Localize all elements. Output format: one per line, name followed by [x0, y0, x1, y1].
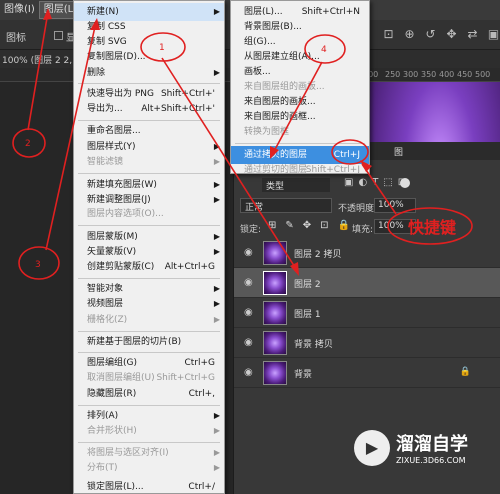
lock-transparency-icon[interactable]: ⊞ — [268, 220, 276, 231]
annotation-number-3: 3 — [35, 260, 41, 270]
eye-icon[interactable]: ◉ — [244, 308, 256, 318]
target-icon[interactable]: ⊕ — [401, 26, 418, 43]
layer-thumbnail — [263, 271, 287, 295]
watermark-title: 溜溜自学 — [396, 434, 468, 455]
menu-separator — [78, 352, 220, 353]
watermark-url: ZIXUE.3D66.COM — [396, 456, 466, 465]
menu-separator — [78, 405, 220, 406]
lock-artboard-icon[interactable]: ⊡ — [320, 220, 328, 231]
fill-label: 填充: — [352, 225, 374, 235]
menu-item-delete[interactable]: 删除 ▶ — [74, 64, 224, 82]
lock-pixels-icon[interactable]: ✎ — [285, 220, 293, 231]
ruler-tick: 400 — [439, 70, 455, 79]
shortcut-annotation-label: 快捷键 — [408, 218, 457, 237]
filter-toggle[interactable] — [400, 178, 410, 188]
layer-thumbnail — [263, 241, 287, 265]
rotate-icon[interactable]: ↺ — [422, 26, 439, 43]
lock-all-icon[interactable]: 🔒 — [338, 220, 350, 231]
menu-item-combine-shapes[interactable]: 合并形状(H) ▶ — [74, 422, 224, 440]
lock-icons: ⊞ ✎ ✥ ⊡ 🔒 — [268, 220, 350, 231]
menu-item-export-as[interactable]: 导出为... Alt+Shift+Ctrl+' — [74, 100, 224, 118]
move-icon[interactable]: ✥ — [443, 26, 460, 43]
layer-name: 图层 1 — [294, 310, 321, 320]
layer-row[interactable]: ◉ 背景 🔒 — [234, 358, 500, 388]
layer-filter-select[interactable]: 类型 — [262, 178, 330, 192]
opacity-label: 不透明度: — [338, 204, 378, 214]
type-filter-icon[interactable]: T — [372, 177, 378, 188]
shape-filter-icon[interactable]: ⬚ — [383, 177, 392, 188]
submenu-item-convert-to-frame[interactable]: 转换为图框 — [231, 123, 369, 141]
eye-icon[interactable]: ◉ — [244, 368, 256, 378]
menu-separator — [78, 442, 220, 443]
layer-thumbnail — [263, 301, 287, 325]
menu-image[interactable]: 图像(I) — [0, 0, 39, 20]
layer-menu: 新建(N) ▶ 复制 CSS 复制 SVG 复制图层(D)... 删除 ▶ 快速导出… — [73, 0, 225, 494]
options-checkbox[interactable] — [54, 31, 63, 40]
chevron-right-icon: ▶ — [213, 68, 220, 77]
lock-label: 锁定: — [240, 225, 262, 235]
menu-separator — [78, 120, 220, 121]
menu-item-hide-layers[interactable]: 隐藏图层(R) Ctrl+, — [74, 385, 224, 403]
chevron-right-icon: ▶ — [213, 426, 220, 435]
ruler-tick: 250 — [385, 70, 401, 79]
camera-icon[interactable]: ▣ — [485, 26, 500, 43]
layer-thumbnail — [263, 331, 287, 355]
eye-icon[interactable]: ◉ — [244, 278, 256, 288]
menu-item-smart-filter[interactable]: 智能滤镜 ▶ — [74, 153, 224, 171]
ruler-tick: 450 — [457, 70, 473, 79]
ruler-tick: 350 — [421, 70, 437, 79]
menu-item-distribute[interactable]: 分布(T) ▶ — [74, 459, 224, 477]
submenu-item-layer-via-cut[interactable]: 通过剪切的图层 Shift+Ctrl+J — [231, 161, 369, 179]
options-label: 图标 — [6, 33, 26, 44]
layer-row[interactable]: ◉ 背景 拷贝 — [234, 328, 500, 358]
layer-row[interactable]: ◉ 图层 1 — [234, 298, 500, 328]
chevron-right-icon: ▶ — [213, 157, 220, 166]
new-submenu: 图层(L)... Shift+Ctrl+N 背景图层(B)... 组(G)... … — [230, 0, 370, 175]
annotation-circle-2 — [12, 128, 46, 158]
blend-mode-select[interactable]: 正常 — [240, 198, 332, 213]
play-logo-icon: ▶ — [354, 430, 390, 466]
swap-icon[interactable]: ⇄ — [464, 26, 481, 43]
menu-item-new-layer-slice[interactable]: 新建基于图层的切片(B) — [74, 333, 224, 351]
menu-separator — [78, 331, 220, 332]
menu-item-lock-layers[interactable]: 锁定图层(L)... Ctrl+/ — [74, 478, 224, 494]
layer-name: 背景 — [294, 370, 313, 380]
layer-name: 背景 拷贝 — [294, 340, 333, 350]
menu-item-rasterize[interactable]: 栅格化(Z) ▶ — [74, 311, 224, 329]
layer-name: 图层 2 拷贝 — [294, 250, 342, 260]
watermark: ▶ 溜溜自学 ZIXUE.3D66.COM — [350, 426, 500, 474]
menu-separator — [78, 225, 220, 226]
ruler-tick: 300 — [403, 70, 419, 79]
eye-icon[interactable]: ◉ — [244, 248, 256, 258]
eye-icon[interactable]: ◉ — [244, 338, 256, 348]
lock-position-icon[interactable]: ✥ — [303, 220, 311, 231]
menu-separator — [78, 83, 220, 84]
transform-icon[interactable]: ⊡ — [380, 26, 397, 43]
menu-separator — [235, 143, 365, 144]
menu-item-layer-content-options[interactable]: 图层内容选项(O)... — [74, 205, 224, 223]
chevron-right-icon: ▶ — [213, 463, 220, 472]
opacity-field[interactable]: 100% — [374, 198, 416, 213]
annotation-number-2: 2 — [25, 139, 31, 149]
lock-icon: 🔒 — [459, 367, 471, 377]
chevron-right-icon: ▶ — [213, 315, 220, 324]
layer-thumbnail — [263, 361, 287, 385]
menu-separator — [78, 278, 220, 279]
menu-separator — [78, 173, 220, 174]
ruler-tick: 500 — [475, 70, 491, 79]
layer-name: 图层 2 — [294, 280, 321, 290]
layer-row[interactable]: ◉ 图层 2 拷贝 — [234, 238, 500, 268]
menu-item-clipping-mask[interactable]: 创建剪贴蒙版(C) Alt+Ctrl+G — [74, 258, 224, 276]
options-icons: ⊡ ⊕ ↺ ✥ ⇄ ▣ — [380, 26, 500, 43]
annotation-circle-3 — [18, 246, 60, 280]
layer-row-selected[interactable]: ◉ 图层 2 — [234, 268, 500, 298]
